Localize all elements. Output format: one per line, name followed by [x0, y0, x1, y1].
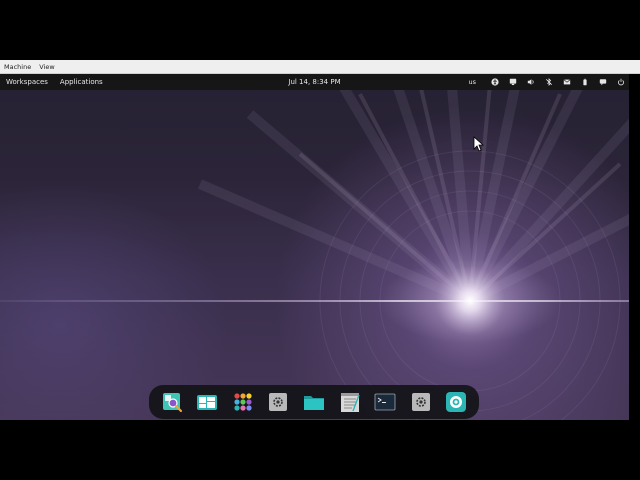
- text-editor-icon[interactable]: [337, 389, 363, 415]
- top-panel: Workspaces Applications Jul 14, 8:34 PM …: [0, 74, 629, 90]
- screen-recorder-icon[interactable]: [443, 389, 469, 415]
- applications-button[interactable]: Applications: [60, 74, 103, 90]
- app-grid-icon[interactable]: [230, 389, 256, 415]
- notifications-icon[interactable]: [598, 77, 608, 87]
- search-app-icon[interactable]: [159, 389, 185, 415]
- mail-icon[interactable]: [562, 77, 572, 87]
- host-menubar: Machine View: [0, 60, 640, 74]
- window-switcher-icon[interactable]: [195, 389, 221, 415]
- power-icon[interactable]: [616, 77, 626, 87]
- dock: [149, 385, 479, 419]
- bluetooth-off-icon[interactable]: [544, 77, 554, 87]
- keyboard-layout-indicator[interactable]: us: [468, 74, 476, 90]
- terminal-icon[interactable]: [372, 389, 398, 415]
- battery-icon[interactable]: [580, 77, 590, 87]
- mouse-cursor-icon: [473, 136, 484, 152]
- system-settings-icon[interactable]: [408, 389, 434, 415]
- menu-view[interactable]: View: [39, 60, 54, 74]
- volume-icon[interactable]: [526, 77, 536, 87]
- accessibility-icon[interactable]: [490, 77, 500, 87]
- wallpaper-light-rays: [0, 74, 629, 420]
- network-icon[interactable]: [508, 77, 518, 87]
- menu-machine[interactable]: Machine: [4, 60, 31, 74]
- workspaces-button[interactable]: Workspaces: [6, 74, 48, 90]
- guest-desktop: Workspaces Applications Jul 14, 8:34 PM …: [0, 74, 629, 420]
- settings-app-icon[interactable]: [266, 389, 292, 415]
- files-folder-icon[interactable]: [301, 389, 327, 415]
- vm-window: Machine View Workspaces Applications Jul…: [0, 0, 640, 480]
